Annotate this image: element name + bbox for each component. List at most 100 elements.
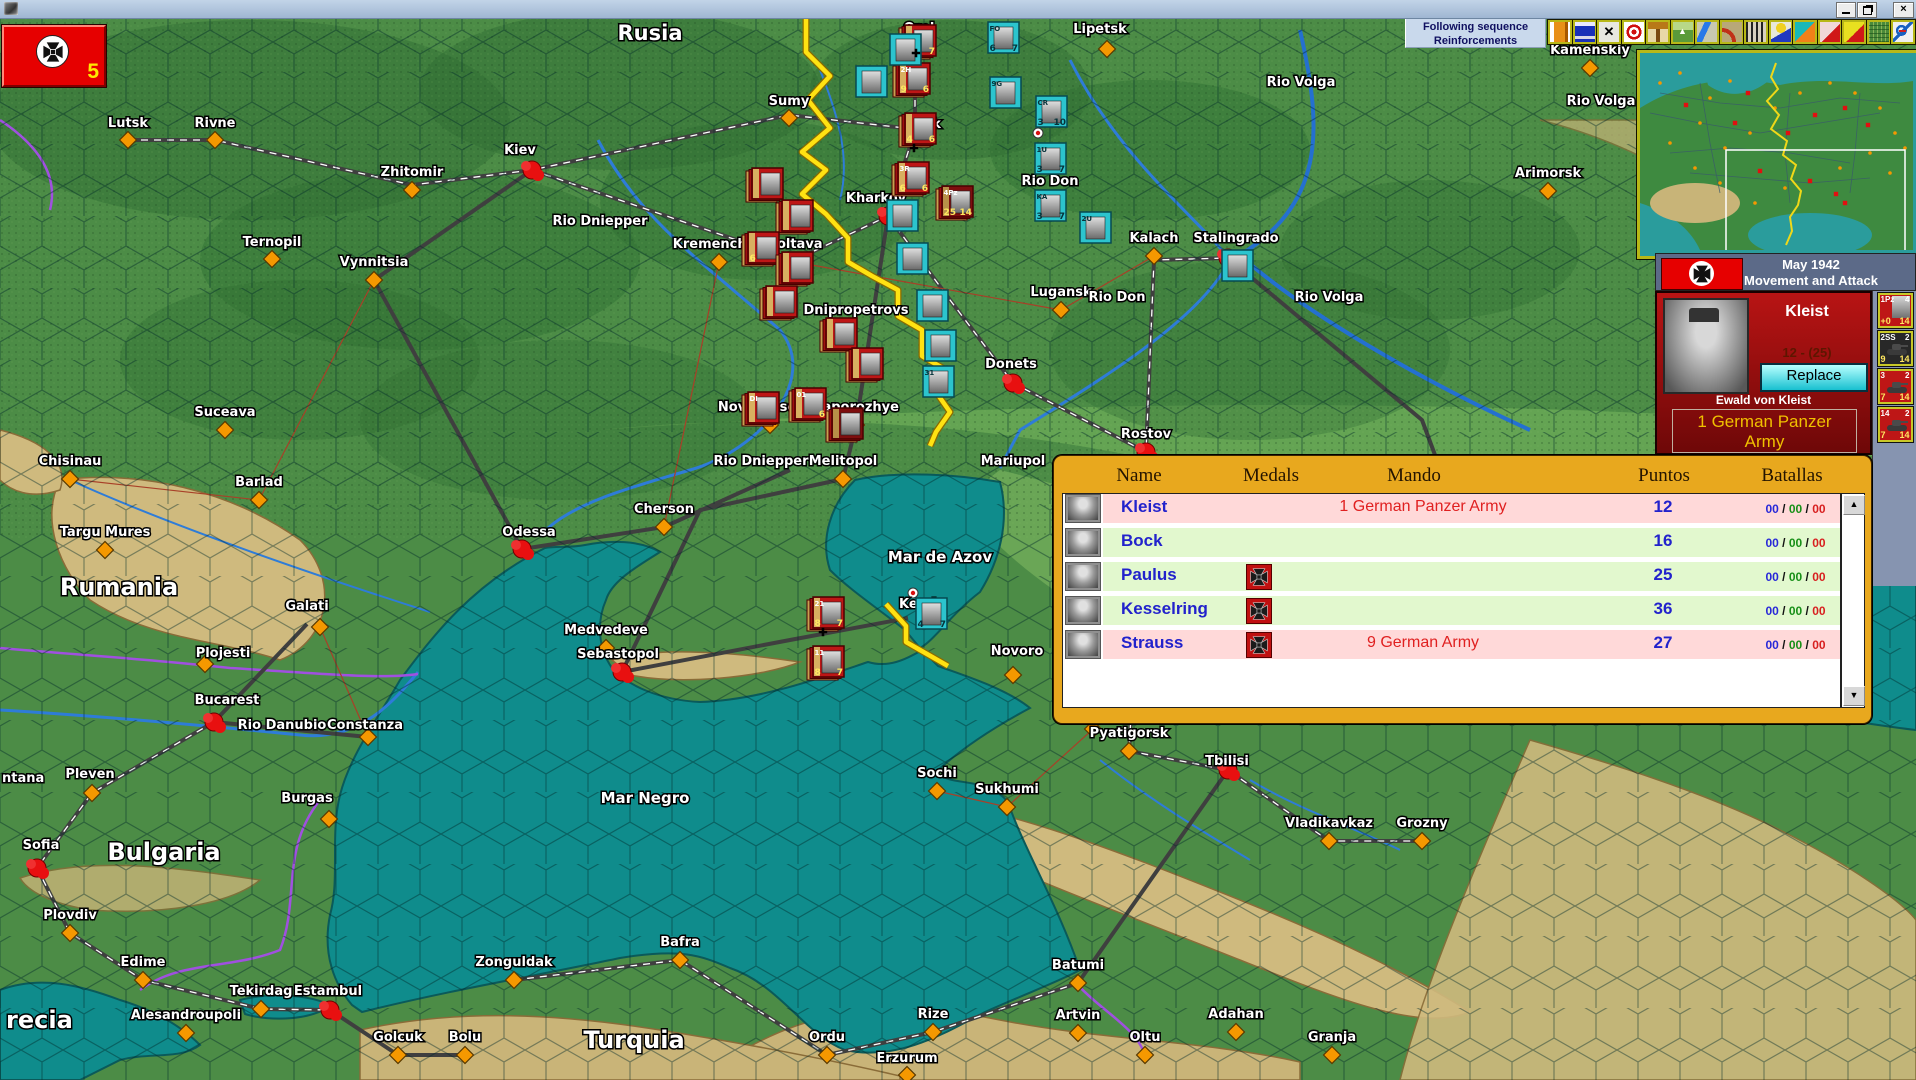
- svg-text:6: 6: [922, 184, 928, 194]
- points-cell: 36: [1603, 599, 1723, 619]
- commander-table: NameMedalsMandoPuntosBatallas Kleist 1 G…: [1053, 455, 1872, 724]
- airborne-icon[interactable]: [1769, 20, 1793, 44]
- svg-text:9: 9: [901, 85, 907, 95]
- minimize-button[interactable]: [1836, 2, 1856, 18]
- svg-text:6: 6: [990, 44, 996, 54]
- zoom-icon[interactable]: [1891, 20, 1915, 44]
- restore-button[interactable]: [1857, 2, 1877, 18]
- roads-icon[interactable]: [1720, 20, 1744, 44]
- map-label: Rio Volga: [1267, 75, 1336, 90]
- unit-counter-german[interactable]: 6: [742, 232, 779, 266]
- objectives-icon[interactable]: [1622, 20, 1646, 44]
- unit-counter-german[interactable]: 2H96: [893, 63, 930, 97]
- points-cell: 25: [1603, 565, 1723, 585]
- unit-counter-soviet[interactable]: 31: [923, 366, 954, 397]
- svg-text:✚: ✚: [818, 627, 827, 639]
- unit-counter-german[interactable]: 3R66: [892, 162, 929, 196]
- unit-counter-soviet[interactable]: [1222, 250, 1253, 281]
- army-unit-counter[interactable]: 2SS2914: [1878, 331, 1913, 366]
- unit-counter-soviet[interactable]: [856, 66, 887, 97]
- svg-text:25: 25: [944, 208, 957, 218]
- minimap-icon[interactable]: [1867, 20, 1891, 44]
- map-label: Batumi: [1052, 958, 1104, 973]
- close-button[interactable]: ×: [1893, 2, 1914, 18]
- unit-counter-soviet[interactable]: KA37: [1035, 190, 1066, 222]
- flags-red-icon[interactable]: [1818, 20, 1842, 44]
- unit-counter-german[interactable]: 4Pz2514: [936, 186, 973, 220]
- map-label: Lutsk: [108, 116, 148, 131]
- unit-counter-soviet[interactable]: 9G: [990, 77, 1021, 108]
- svg-text:FO: FO: [990, 25, 1001, 33]
- terrain-icon[interactable]: ▲: [1671, 20, 1695, 44]
- army-unit-counter[interactable]: 1Pz4+014: [1878, 293, 1913, 328]
- commander-name-cell: Kesselring: [1121, 599, 1208, 619]
- map-label: Constanza: [327, 718, 403, 733]
- map-label: Turquia: [583, 1026, 684, 1054]
- rivers-icon[interactable]: [1695, 20, 1719, 44]
- map-label: Kiev: [504, 143, 536, 158]
- unit-counter-german[interactable]: [776, 252, 813, 286]
- sequence-status-box: Following sequence Reinforcements: [1405, 18, 1546, 48]
- unit-counter-soviet[interactable]: 2U: [1080, 212, 1111, 243]
- map-label: Odessa: [502, 525, 555, 540]
- commander-row[interactable]: Bock 16 00 / 00 / 00: [1063, 528, 1840, 562]
- commander-full-name: Ewald von Kleist: [1657, 393, 1870, 407]
- remove-unit-icon[interactable]: ✕: [1597, 20, 1621, 44]
- unit-counter-soviet[interactable]: 47: [916, 598, 947, 630]
- side-flag-button[interactable]: 5: [2, 25, 106, 87]
- game-window: RusiaRumaniaBulgariaTurquiareciaMar Negr…: [0, 0, 1916, 1080]
- column-header-medals: Medals: [1243, 465, 1299, 487]
- map-label: Ordu: [809, 1030, 845, 1045]
- unit-counter-soviet[interactable]: 1U37: [1035, 143, 1066, 175]
- army-unit-counter[interactable]: 142714: [1878, 407, 1913, 442]
- exit-icon[interactable]: [1548, 20, 1572, 44]
- save-icon[interactable]: [1573, 20, 1597, 44]
- flags-yellow-icon[interactable]: [1842, 20, 1866, 44]
- map-label: Rio Volga: [1295, 290, 1364, 305]
- commander-row[interactable]: Paulus 25 00 / 00 / 00: [1063, 562, 1840, 596]
- battles-cell: 00 / 00 / 00: [1723, 536, 1841, 550]
- army-unit-counter[interactable]: 32714: [1878, 369, 1913, 404]
- contrast-icon[interactable]: [1793, 20, 1817, 44]
- unit-counter-soviet[interactable]: [897, 243, 928, 274]
- commander-row[interactable]: Strauss 9 German Army 27 00 / 00 / 00: [1063, 630, 1840, 664]
- commander-name-cell: Strauss: [1121, 633, 1183, 653]
- map-label: Bafra: [660, 935, 700, 950]
- signpost-icon[interactable]: [1646, 20, 1670, 44]
- unit-counter-soviet[interactable]: FO67: [988, 22, 1019, 54]
- table-scrollbar[interactable]: ▲ ▼: [1841, 493, 1865, 708]
- svg-text:4: 4: [918, 620, 924, 630]
- unit-counter-german[interactable]: [846, 348, 883, 382]
- map-label: Rio Dniepper: [713, 454, 809, 469]
- unit-counter-german[interactable]: DI: [742, 392, 779, 426]
- unit-counter-soviet[interactable]: [917, 290, 948, 321]
- map-label: Adahan: [1208, 1007, 1263, 1022]
- points-cell: 27: [1603, 633, 1723, 653]
- unit-counter-soviet[interactable]: [925, 330, 956, 361]
- unit-counter-german[interactable]: [776, 200, 813, 234]
- map-label: Rivne: [194, 116, 235, 131]
- minimap[interactable]: [1637, 50, 1916, 259]
- unit-counter-german[interactable]: [826, 408, 863, 442]
- commander-row[interactable]: Kesselring 36 00 / 00 / 00: [1063, 596, 1840, 630]
- unit-counter-german[interactable]: 1187: [807, 646, 844, 680]
- unit-counter-german[interactable]: 2187: [807, 597, 844, 631]
- svg-text:01: 01: [797, 391, 807, 399]
- unit-counter-german[interactable]: [820, 318, 857, 352]
- scroll-down-button[interactable]: ▼: [1843, 686, 1865, 706]
- unit-counter-german[interactable]: 016: [789, 388, 826, 422]
- scroll-up-button[interactable]: ▲: [1843, 495, 1865, 515]
- railroads-icon[interactable]: [1744, 20, 1768, 44]
- unit-counter-german[interactable]: [760, 286, 797, 320]
- commander-name-cell: Paulus: [1121, 565, 1177, 585]
- commander-row[interactable]: Kleist 1 German Panzer Army 12 00 / 00 /…: [1063, 494, 1840, 528]
- sequence-line-1: Following sequence: [1406, 20, 1545, 34]
- unit-counter-soviet[interactable]: [887, 200, 918, 231]
- objective-marker: [1033, 128, 1043, 138]
- unit-counter-german[interactable]: [746, 168, 783, 202]
- map-label: Bolu: [449, 1030, 482, 1045]
- replace-button[interactable]: Replace: [1760, 363, 1868, 392]
- unit-counter-german[interactable]: 46: [899, 113, 936, 147]
- map-label: Erzurum: [876, 1051, 937, 1066]
- unit-counter-soviet[interactable]: CR310: [1036, 96, 1067, 128]
